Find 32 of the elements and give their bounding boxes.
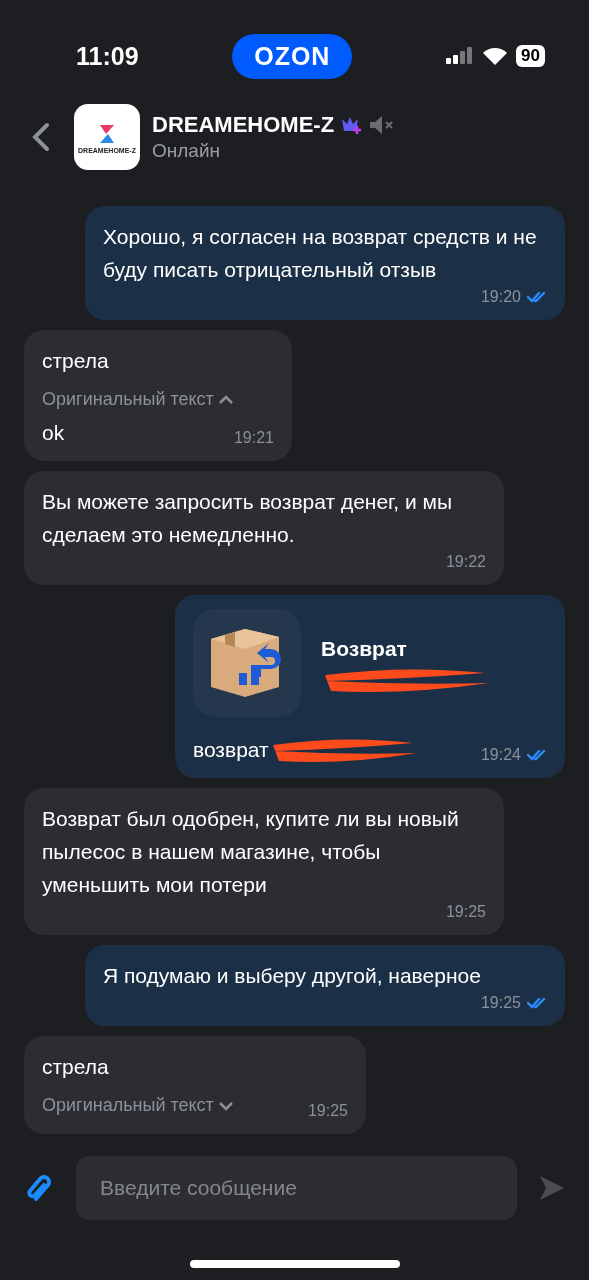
message-text: Вы можете запросить возврат денег, и мы сделаем это немедленно. [42,489,453,548]
original-text-toggle[interactable]: Оригинальный текст [42,383,274,416]
message-text: стрела [42,348,110,374]
message-time: 19:25 [307,1101,348,1121]
chevron-up-icon [217,394,234,405]
attach-paperclip-icon[interactable] [26,1173,54,1203]
signal-icon [446,47,475,65]
card-title: Возврат [321,635,408,662]
app-badge: OZON [232,33,353,79]
return-tile[interactable] [193,609,301,717]
message-text: стрела [42,1054,110,1080]
message-time: 19:22 [445,552,486,572]
message-time: 19:21 [233,428,274,448]
message-time: 19:24 [480,745,521,765]
message-text: Я подумаю и выберу другой, наверное [103,963,481,989]
chat-title: DREAMEHOME-Z [152,112,335,138]
wifi-icon [482,47,509,65]
premium-badge-icon [340,115,363,135]
original-text: ok [42,420,65,446]
message-input[interactable]: Введите сообщение [76,1156,517,1220]
back-icon[interactable] [30,122,52,152]
message-time: 19:20 [480,287,521,307]
message-time: 19:25 [480,993,521,1013]
battery-level: 90 [516,45,545,67]
original-text-toggle[interactable]: Оригинальный текст [42,1089,234,1122]
message-text: Возврат был одобрен, купите ли вы новый пылесос в нашем магазине, чтобы уменьшить мои потери [42,806,460,898]
chevron-down-icon [217,1100,234,1111]
message-time: 19:25 [445,902,486,922]
online-status: Онлайн [152,140,222,162]
message-text: Хорошо, я согласен на возврат средств и не буду писать отрицательный отзыв [103,224,538,283]
card-caption: возврат [193,737,269,763]
status-time: 11:09 [76,41,139,71]
